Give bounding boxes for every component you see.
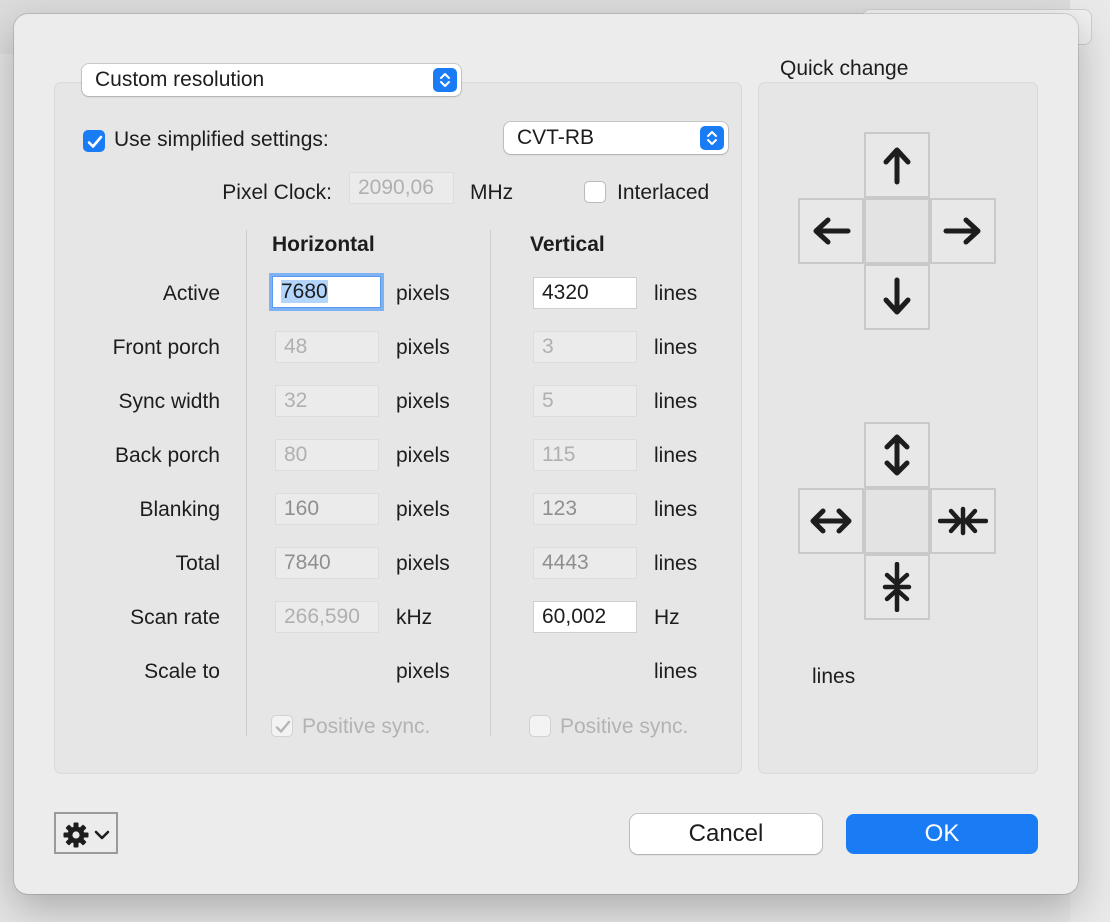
front-porch-vertical-field: 3 [533, 331, 637, 363]
row-label-front-porch: Front porch [112, 336, 220, 359]
unit-label: pixels [396, 552, 450, 575]
total-horizontal-value: 7840 [284, 551, 331, 574]
quick-change-unit: lines [812, 665, 856, 688]
sync-width-vertical-value: 5 [542, 389, 554, 412]
shrink-horizontal-button[interactable] [930, 488, 996, 554]
resolution-mode-value: Custom resolution [95, 68, 265, 91]
horizontal-positive-sync-label: Positive sync. [302, 715, 431, 738]
blanking-horizontal-field: 160 [275, 493, 379, 525]
unit-label: pixels [396, 444, 450, 467]
total-vertical-field: 4443 [533, 547, 637, 579]
active-vertical-value: 4320 [542, 281, 589, 304]
blanking-vertical-field: 123 [533, 493, 637, 525]
unit-label: Hz [654, 606, 680, 629]
move-down-button[interactable] [864, 264, 930, 330]
back-porch-horizontal-value: 80 [284, 443, 308, 466]
simplified-settings-label: Use simplified settings: [114, 128, 329, 151]
total-horizontal-field: 7840 [275, 547, 379, 579]
custom-resolution-dialog: Custom resolution Use simplified setting… [14, 14, 1078, 894]
unit-label: pixels [396, 390, 450, 413]
cancel-button[interactable]: Cancel [630, 814, 822, 854]
refresh-rate-vertical-value: 60,002 [542, 605, 607, 628]
expand-horizontal-button[interactable] [798, 488, 864, 554]
vertical-positive-sync-label: Positive sync. [560, 715, 689, 738]
unit-label: lines [654, 498, 698, 521]
unit-label: lines [654, 336, 698, 359]
unit-label: lines [654, 390, 698, 413]
unit-label: pixels [396, 660, 450, 683]
vertical-header: Vertical [530, 233, 605, 256]
pixel-clock-unit: MHz [470, 181, 514, 204]
timing-standard-value: CVT-RB [517, 126, 595, 149]
refresh-rate-vertical-field[interactable]: 60,002 [533, 601, 637, 633]
unit-label: pixels [396, 336, 450, 359]
pixel-clock-field: 2090,06 [349, 172, 454, 204]
row-label-active: Active [162, 282, 220, 305]
row-label-sync-width: Sync width [118, 390, 220, 413]
column-divider [246, 230, 247, 736]
active-vertical-field[interactable]: 4320 [533, 277, 637, 309]
popup-chevron-icon [700, 126, 724, 150]
pixel-clock-label: Pixel Clock: [222, 181, 332, 204]
back-porch-vertical-field: 115 [533, 439, 637, 471]
front-porch-horizontal-value: 48 [284, 335, 308, 358]
unit-label: pixels [396, 282, 450, 305]
move-right-button[interactable] [930, 198, 996, 264]
horizontal-header: Horizontal [272, 233, 375, 256]
row-label-total: Total [175, 552, 220, 575]
front-porch-horizontal-field: 48 [275, 331, 379, 363]
simplified-settings-checkbox[interactable] [83, 130, 105, 152]
active-horizontal-value: 7680 [281, 280, 328, 303]
chevron-down-icon [94, 828, 110, 846]
interlaced-checkbox[interactable] [584, 181, 606, 203]
move-pad-center [864, 198, 930, 264]
row-label-scale-to: Scale to [144, 660, 220, 683]
settings-menu-button[interactable] [54, 812, 118, 854]
timing-standard-popup[interactable]: CVT-RB [504, 122, 728, 154]
quick-change-title: Quick change [780, 57, 909, 80]
unit-label: lines [654, 444, 698, 467]
column-divider [490, 230, 491, 736]
total-vertical-value: 4443 [542, 551, 589, 574]
sync-width-horizontal-field: 32 [275, 385, 379, 417]
front-porch-vertical-value: 3 [542, 335, 554, 358]
row-label-scan-rate: Scan rate [130, 606, 220, 629]
resize-pad-center [864, 488, 930, 554]
expand-vertical-button[interactable] [864, 422, 930, 488]
back-porch-horizontal-field: 80 [275, 439, 379, 471]
horizontal-positive-sync-checkbox [271, 715, 293, 737]
move-left-button[interactable] [798, 198, 864, 264]
row-label-blanking: Blanking [139, 498, 220, 521]
move-up-button[interactable] [864, 132, 930, 198]
scan-rate-horizontal-value: 266,590 [284, 605, 360, 628]
blanking-vertical-value: 123 [542, 497, 578, 520]
gear-icon [62, 821, 90, 854]
row-label-back-porch: Back porch [114, 444, 220, 467]
ok-button[interactable]: OK [846, 814, 1038, 854]
unit-label: lines [654, 552, 698, 575]
pixel-clock-value: 2090,06 [358, 176, 434, 199]
scan-rate-horizontal-field: 266,590 [275, 601, 379, 633]
interlaced-label: Interlaced [617, 181, 710, 204]
sync-width-vertical-field: 5 [533, 385, 637, 417]
unit-label: lines [654, 282, 698, 305]
back-porch-vertical-value: 115 [542, 443, 576, 466]
unit-label: kHz [396, 606, 433, 629]
resolution-mode-popup[interactable]: Custom resolution [82, 64, 461, 96]
sync-width-horizontal-value: 32 [284, 389, 308, 412]
blanking-horizontal-value: 160 [284, 497, 320, 520]
popup-chevron-icon [433, 68, 457, 92]
vertical-positive-sync-checkbox [529, 715, 551, 737]
unit-label: lines [654, 660, 698, 683]
active-horizontal-field[interactable]: 7680 [272, 276, 381, 308]
shrink-vertical-button[interactable] [864, 554, 930, 620]
unit-label: pixels [396, 498, 450, 521]
